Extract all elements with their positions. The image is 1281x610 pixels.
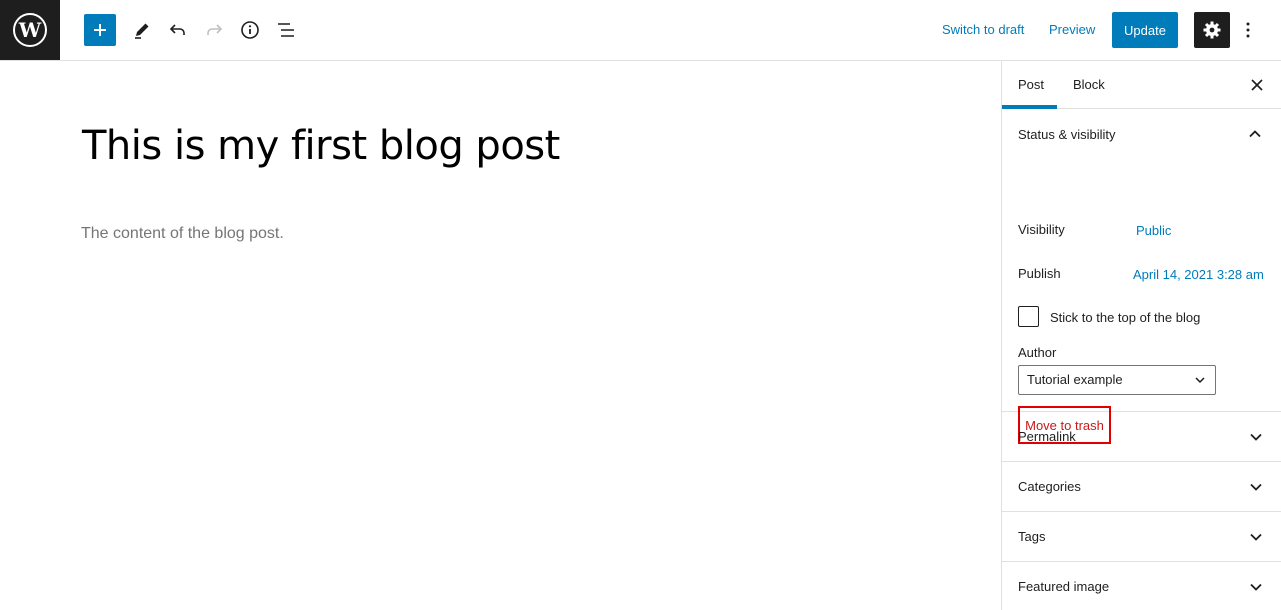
gear-icon xyxy=(1203,21,1221,39)
tab-post[interactable]: Post xyxy=(1018,61,1044,109)
redo-button[interactable] xyxy=(198,14,230,46)
expand-categories-button[interactable] xyxy=(1244,475,1268,499)
expand-featured-image-button[interactable] xyxy=(1244,575,1268,599)
update-button[interactable]: Update xyxy=(1112,12,1178,48)
pencil-icon xyxy=(135,23,149,39)
publish-date-toggle[interactable]: April 14, 2021 3:28 am xyxy=(1133,267,1264,282)
post-title[interactable]: This is my first blog post xyxy=(82,123,560,169)
tools-button[interactable] xyxy=(126,14,158,46)
categories-heading: Categories xyxy=(1018,479,1081,494)
visibility-label: Visibility xyxy=(1018,222,1065,237)
sticky-label[interactable]: Stick to the top of the blog xyxy=(1050,310,1200,325)
chevron-down-icon xyxy=(1195,377,1205,384)
sticky-checkbox[interactable] xyxy=(1018,306,1039,327)
preview-button[interactable]: Preview xyxy=(1049,20,1095,40)
svg-text:W: W xyxy=(18,18,42,42)
list-view-icon xyxy=(278,23,294,37)
tags-heading: Tags xyxy=(1018,529,1046,544)
switch-to-draft-button[interactable]: Switch to draft xyxy=(942,20,1024,40)
chevron-down-icon xyxy=(1250,583,1262,591)
chevron-down-icon xyxy=(1250,483,1262,491)
chevron-up-icon xyxy=(1249,130,1261,138)
status-visibility-heading[interactable]: Status & visibility xyxy=(1018,127,1116,142)
categories-panel[interactable]: Categories xyxy=(1002,462,1281,512)
redo-icon xyxy=(207,24,223,35)
add-block-button[interactable] xyxy=(84,14,116,46)
featured-image-panel[interactable]: Featured image xyxy=(1002,562,1281,610)
featured-image-heading: Featured image xyxy=(1018,579,1110,594)
editor-header: W Switch to draft Preview Update xyxy=(0,0,1281,61)
editor-canvas: This is my first blog post The content o… xyxy=(0,61,1001,610)
collapse-status-button[interactable] xyxy=(1243,122,1267,146)
tab-block[interactable]: Block xyxy=(1073,61,1105,109)
author-select[interactable]: Tutorial example xyxy=(1018,365,1216,395)
settings-button[interactable] xyxy=(1194,12,1230,48)
list-view-button[interactable] xyxy=(270,14,302,46)
options-button[interactable] xyxy=(1236,14,1260,46)
post-content-paragraph[interactable]: The content of the blog post. xyxy=(81,225,284,243)
close-sidebar-button[interactable] xyxy=(1247,75,1267,95)
close-icon xyxy=(1251,79,1263,91)
chevron-down-icon xyxy=(1250,433,1262,441)
info-icon xyxy=(241,21,259,39)
plus-icon xyxy=(94,24,106,36)
visibility-toggle[interactable]: Public xyxy=(1136,223,1171,238)
expand-permalink-button[interactable] xyxy=(1244,425,1268,449)
more-vertical-icon xyxy=(1246,22,1250,38)
sidebar-tabs: Post Block xyxy=(1002,61,1281,109)
tags-panel[interactable]: Tags xyxy=(1002,512,1281,562)
permalink-panel[interactable]: Permalink xyxy=(1002,412,1281,462)
undo-icon xyxy=(169,24,185,35)
permalink-heading: Permalink xyxy=(1018,429,1076,444)
chevron-down-icon xyxy=(1250,533,1262,541)
author-select-value: Tutorial example xyxy=(1027,372,1123,387)
settings-sidebar: Post Block Status & visibility Visibilit… xyxy=(1001,61,1281,610)
wordpress-logo-icon[interactable]: W xyxy=(0,0,60,60)
status-visibility-panel: Status & visibility Visibility Public Pu… xyxy=(1002,109,1281,444)
undo-button[interactable] xyxy=(162,14,194,46)
details-button[interactable] xyxy=(234,14,266,46)
publish-label: Publish xyxy=(1018,266,1061,281)
expand-tags-button[interactable] xyxy=(1244,525,1268,549)
author-label: Author xyxy=(1018,345,1057,360)
